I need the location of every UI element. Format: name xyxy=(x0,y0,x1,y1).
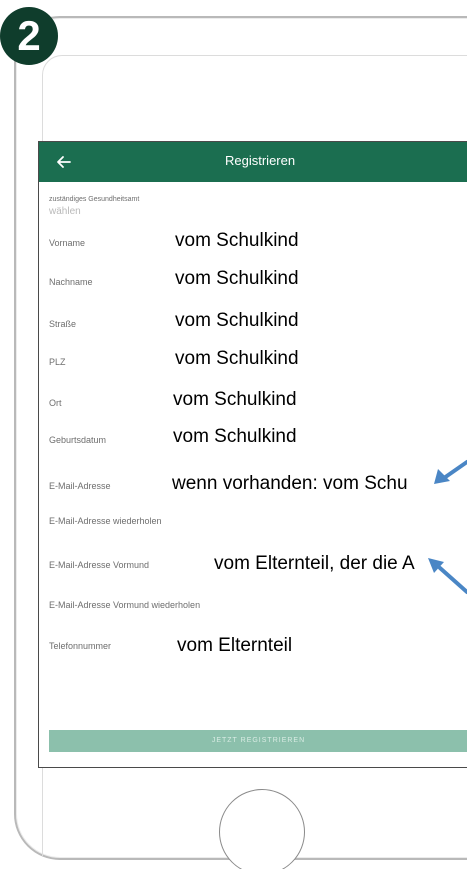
email-label: E-Mail-Adresse xyxy=(49,481,111,491)
first-name-note: vom Schulkind xyxy=(175,230,299,251)
first-name-label: Vorname xyxy=(49,238,86,248)
last-name-field[interactable]: Nachname vom Schulkind xyxy=(39,261,467,301)
health-office-select[interactable]: zuständiges Gesundheitsamt wählen xyxy=(39,182,467,223)
city-label: Ort xyxy=(49,398,62,408)
instruction-page: 2 Registrieren zuständiges Gesundheitsam… xyxy=(0,0,467,869)
back-arrow-icon[interactable] xyxy=(53,151,75,173)
guardian-email-repeat-field[interactable]: E-Mail-Adresse Vormund wiederholen xyxy=(39,584,467,626)
arrow-icon xyxy=(434,460,467,484)
email-repeat-field[interactable]: E-Mail-Adresse wiederholen xyxy=(39,504,467,541)
health-office-label: zuständiges Gesundheitsamt xyxy=(49,196,140,203)
phone-number-label: Telefonnummer xyxy=(49,641,112,651)
last-name-note: vom Schulkind xyxy=(175,268,299,289)
email-field[interactable]: E-Mail-Adresse wenn vorhanden: vom Schu xyxy=(39,458,467,505)
page-title: Registrieren xyxy=(225,153,296,168)
city-note: vom Schulkind xyxy=(173,389,297,410)
city-field[interactable]: Ort vom Schulkind xyxy=(39,380,467,421)
street-field[interactable]: Straße vom Schulkind xyxy=(39,300,467,342)
phone-number-note: vom Elternteil xyxy=(177,635,293,656)
birthdate-field[interactable]: Geburtsdatum vom Schulkind xyxy=(39,420,467,459)
home-button[interactable] xyxy=(219,789,305,869)
street-label: Straße xyxy=(49,319,77,329)
phone-number-field[interactable]: Telefonnummer vom Elternteil xyxy=(39,625,467,731)
street-note: vom Schulkind xyxy=(175,310,299,331)
app-screen: Registrieren zuständiges Gesundheitsamt … xyxy=(38,141,467,768)
step-number-badge: 2 xyxy=(0,7,58,65)
health-office-placeholder: wählen xyxy=(49,206,81,217)
guardian-email-label: E-Mail-Adresse Vormund xyxy=(49,560,150,570)
email-note: wenn vorhanden: vom Schu xyxy=(172,473,408,494)
arrow-icon xyxy=(428,558,467,594)
zip-field[interactable]: PLZ vom Schulkind xyxy=(39,341,467,381)
first-name-field[interactable]: Vorname vom Schulkind xyxy=(39,222,467,262)
guardian-email-field[interactable]: E-Mail-Adresse Vormund vom Elternteil, d… xyxy=(39,540,467,585)
register-button[interactable]: JETZT REGISTRIEREN xyxy=(49,730,467,752)
zip-note: vom Schulkind xyxy=(175,348,299,369)
last-name-label: Nachname xyxy=(49,277,93,287)
guardian-email-repeat-label: E-Mail-Adresse Vormund wiederholen xyxy=(49,600,201,610)
birthdate-label: Geburtsdatum xyxy=(49,435,107,445)
guardian-email-note: vom Elternteil, der die A xyxy=(214,553,415,574)
app-header: Registrieren xyxy=(39,142,467,182)
email-repeat-label: E-Mail-Adresse wiederholen xyxy=(49,516,162,526)
zip-label: PLZ xyxy=(49,357,66,367)
birthdate-note: vom Schulkind xyxy=(173,426,297,447)
